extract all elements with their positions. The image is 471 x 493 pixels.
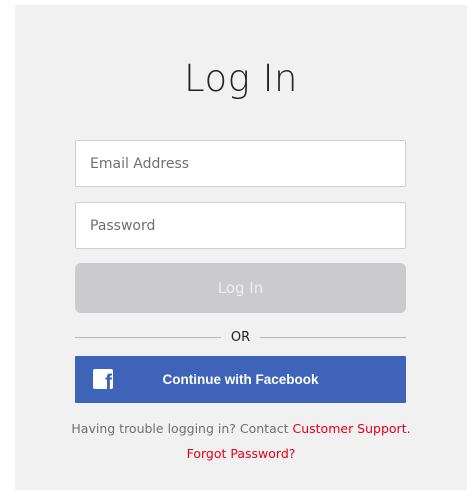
facebook-login-button[interactable]: f Continue with Facebook [75, 356, 406, 403]
or-divider: OR [75, 329, 407, 345]
help-text-prefix: Having trouble logging in? Contact [71, 421, 293, 436]
customer-support-link[interactable]: Customer Support [292, 421, 406, 436]
forgot-password-link[interactable]: Forgot Password? [187, 446, 296, 461]
password-field-container [75, 202, 406, 249]
email-field[interactable] [90, 155, 391, 172]
email-field-container [75, 140, 406, 187]
page-title: Log In [184, 57, 298, 100]
password-field[interactable] [90, 217, 391, 234]
help-text-suffix: . [406, 421, 411, 436]
forgot-password-row: Forgot Password? [15, 446, 467, 461]
divider-line-left [75, 336, 221, 338]
login-button[interactable]: Log In [75, 263, 406, 313]
help-text: Having trouble logging in? Contact Custo… [15, 421, 467, 436]
facebook-button-label: Continue with Facebook [162, 372, 319, 387]
divider-text: OR [230, 329, 251, 345]
login-panel: Log In Log In OR f Continue with Faceboo… [15, 5, 467, 490]
divider-line-right [260, 336, 407, 338]
